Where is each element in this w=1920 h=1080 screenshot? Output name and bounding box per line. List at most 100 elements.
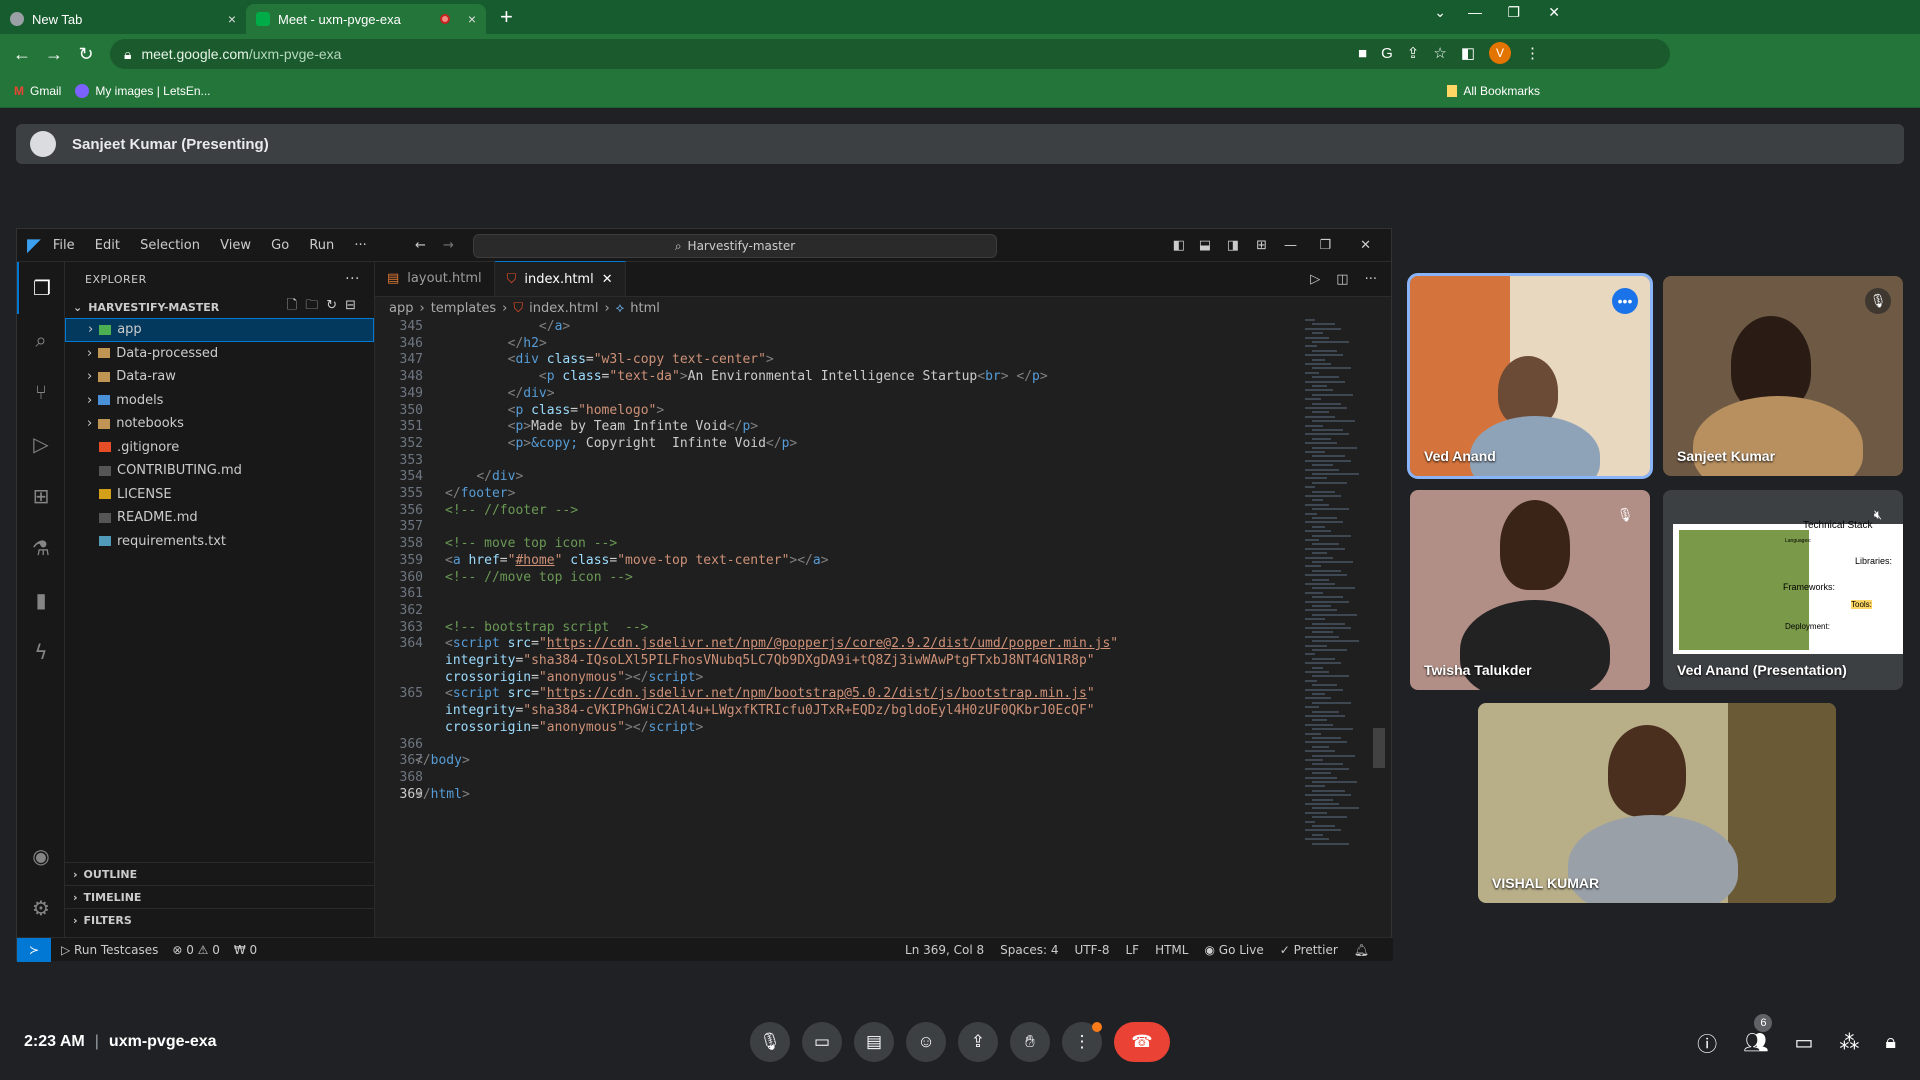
tab-search-icon[interactable]: ⌄ [1434, 4, 1446, 21]
tree-folder[interactable]: › models [65, 389, 374, 413]
tree-file[interactable]: requirements.txt [65, 530, 374, 554]
back-icon[interactable]: ← [415, 238, 426, 253]
side-panel-icon[interactable]: ◧ [1461, 44, 1475, 62]
tree-folder[interactable]: › notebooks [65, 412, 374, 436]
command-center-search[interactable]: ⌕ Harvestify-master [473, 234, 997, 258]
leave-call-button[interactable]: ☎ [1114, 1022, 1170, 1062]
back-icon[interactable]: ← [6, 44, 38, 65]
close-icon[interactable]: ✕ [1360, 238, 1371, 253]
all-bookmarks[interactable]: All Bookmarks [1447, 84, 1540, 98]
tab-new-tab[interactable]: New Tab × [0, 4, 246, 34]
remote-icon[interactable]: ≻ [17, 937, 51, 962]
run-debug-icon[interactable]: ▷ [17, 418, 65, 470]
ports-status[interactable]: ₩ 0 [234, 943, 257, 957]
microphone-button[interactable]: 🎙︎ [750, 1022, 790, 1062]
bookmark-gmail[interactable]: M Gmail [14, 84, 61, 98]
more-options-icon[interactable]: ••• [1612, 288, 1638, 314]
toggle-sidebar-icon[interactable]: ◧ [1173, 238, 1185, 253]
tree-folder[interactable]: › app [65, 318, 374, 342]
meeting-details-icon[interactable]: ⓘ [1697, 1028, 1717, 1057]
menu-selection[interactable]: Selection [140, 238, 200, 253]
tree-file[interactable]: LICENSE [65, 483, 374, 507]
reload-icon[interactable]: ↻ [70, 44, 102, 65]
restore-icon[interactable]: ❐ [1319, 238, 1331, 253]
close-tab-icon[interactable]: × [468, 11, 476, 27]
tab-index-html[interactable]: ⛉ index.html ✕ [494, 261, 626, 296]
tab-layout-html[interactable]: ▤ layout.html [375, 261, 495, 296]
extensions-icon[interactable]: ⊞ [17, 470, 65, 522]
menu-edit[interactable]: Edit [95, 238, 120, 253]
menu-go[interactable]: Go [271, 238, 289, 253]
forward-icon[interactable]: → [443, 238, 454, 253]
forward-icon[interactable]: → [38, 44, 70, 65]
more-actions-icon[interactable]: ··· [1365, 272, 1377, 287]
explorer-icon[interactable]: ❐ [17, 262, 65, 314]
share-icon[interactable]: ⇪ [1407, 44, 1420, 62]
participant-tile[interactable]: 🎙︎ Sanjeet Kumar [1663, 276, 1903, 476]
close-window-icon[interactable]: ✕ [1548, 4, 1560, 21]
filters-section[interactable]: › FILTERS [65, 908, 375, 931]
go-live-button[interactable]: ◉ Go Live [1204, 943, 1263, 957]
chart-icon[interactable]: ▮ [17, 574, 65, 626]
people-button[interactable]: 👥︎ 6 [1743, 1013, 1773, 1055]
profile-avatar[interactable]: V [1489, 42, 1511, 64]
run-icon[interactable]: ▷ [1310, 272, 1320, 287]
close-tab-icon[interactable]: × [228, 11, 236, 27]
run-testcases[interactable]: ▷ Run Testcases [61, 943, 158, 957]
line-ending[interactable]: LF [1125, 943, 1139, 957]
scrollbar-thumb[interactable] [1373, 728, 1385, 768]
prettier-status[interactable]: ✓ Prettier [1280, 943, 1338, 957]
participant-tile[interactable]: ••• Ved Anand [1407, 273, 1653, 479]
breadcrumb-item[interactable]: index.html [529, 301, 598, 316]
restore-icon[interactable]: ❐ [1507, 4, 1520, 21]
participant-tile-presentation[interactable]: Technical Stack Languages: Libraries: Fr… [1663, 490, 1903, 690]
tree-folder[interactable]: › Data-raw [65, 365, 374, 389]
minimize-icon[interactable]: — [1284, 238, 1297, 253]
customize-layout-icon[interactable]: ⊞ [1256, 238, 1267, 253]
problems-status[interactable]: ⊗ 0 ⚠ 0 [172, 943, 220, 957]
more-actions-icon[interactable]: ··· [345, 271, 360, 287]
search-icon[interactable]: ⌕ [17, 314, 65, 366]
tree-file[interactable]: CONTRIBUTING.md [65, 459, 374, 483]
bookmark-star-icon[interactable]: ☆ [1433, 44, 1446, 62]
google-lens-icon[interactable]: G [1381, 45, 1393, 62]
encoding[interactable]: UTF-8 [1074, 943, 1109, 957]
timeline-section[interactable]: › TIMELINE [65, 885, 375, 908]
explorer-actions[interactable]: 🗋🗀↻⊟ [287, 296, 364, 318]
toggle-secondary-sidebar-icon[interactable]: ◨ [1227, 238, 1239, 253]
account-icon[interactable]: ◉ [17, 830, 65, 882]
bell-icon[interactable]: 🔔︎ [1354, 943, 1369, 957]
cursor-position[interactable]: Ln 369, Col 8 [905, 943, 984, 957]
indentation[interactable]: Spaces: 4 [1000, 943, 1058, 957]
menu-icon[interactable]: ⋮ [1525, 44, 1540, 62]
tree-folder[interactable]: › Data-processed [65, 342, 374, 366]
settings-gear-icon[interactable]: ⚙ [17, 882, 65, 934]
host-controls-icon[interactable]: 🔒︎ [1885, 1031, 1896, 1054]
new-tab-button[interactable]: + [500, 4, 513, 30]
camera-icon[interactable]: ■ [1358, 45, 1367, 62]
testing-icon[interactable]: ⚗ [17, 522, 65, 574]
lightning-icon[interactable]: ϟ [17, 626, 65, 678]
activities-icon[interactable]: ⁂ [1839, 1030, 1859, 1055]
camera-button[interactable]: ▭ [802, 1022, 842, 1062]
menu-more[interactable]: ··· [354, 238, 366, 253]
workspace-root[interactable]: ⌄ HARVESTIFY-MASTER 🗋🗀↻⊟ [65, 296, 374, 318]
breadcrumb-item[interactable]: app [389, 301, 413, 316]
participant-tile[interactable]: 🎙︎ Twisha Talukder [1410, 490, 1650, 690]
close-tab-icon[interactable]: ✕ [602, 272, 613, 287]
split-editor-icon[interactable]: ◫ [1336, 272, 1348, 287]
tree-file[interactable]: .gitignore [65, 436, 374, 460]
toggle-panel-icon[interactable]: ⬓ [1199, 238, 1211, 253]
reactions-button[interactable]: ☺ [906, 1022, 946, 1062]
chat-icon[interactable]: ▭ [1794, 1030, 1813, 1055]
source-control-icon[interactable]: ⑂ [17, 366, 65, 418]
language-mode[interactable]: HTML [1155, 943, 1188, 957]
bookmark-my-images[interactable]: My images | LetsEn... [75, 83, 211, 98]
minimize-icon[interactable]: — [1468, 4, 1482, 20]
participant-tile[interactable]: VISHAL KUMAR [1478, 703, 1836, 903]
raise-hand-button[interactable]: ✋︎ [1010, 1022, 1050, 1062]
captions-button[interactable]: ▤ [854, 1022, 894, 1062]
present-button[interactable]: ⇪ [958, 1022, 998, 1062]
outline-section[interactable]: › OUTLINE [65, 862, 375, 885]
more-options-button[interactable]: ⋮ [1062, 1022, 1102, 1062]
